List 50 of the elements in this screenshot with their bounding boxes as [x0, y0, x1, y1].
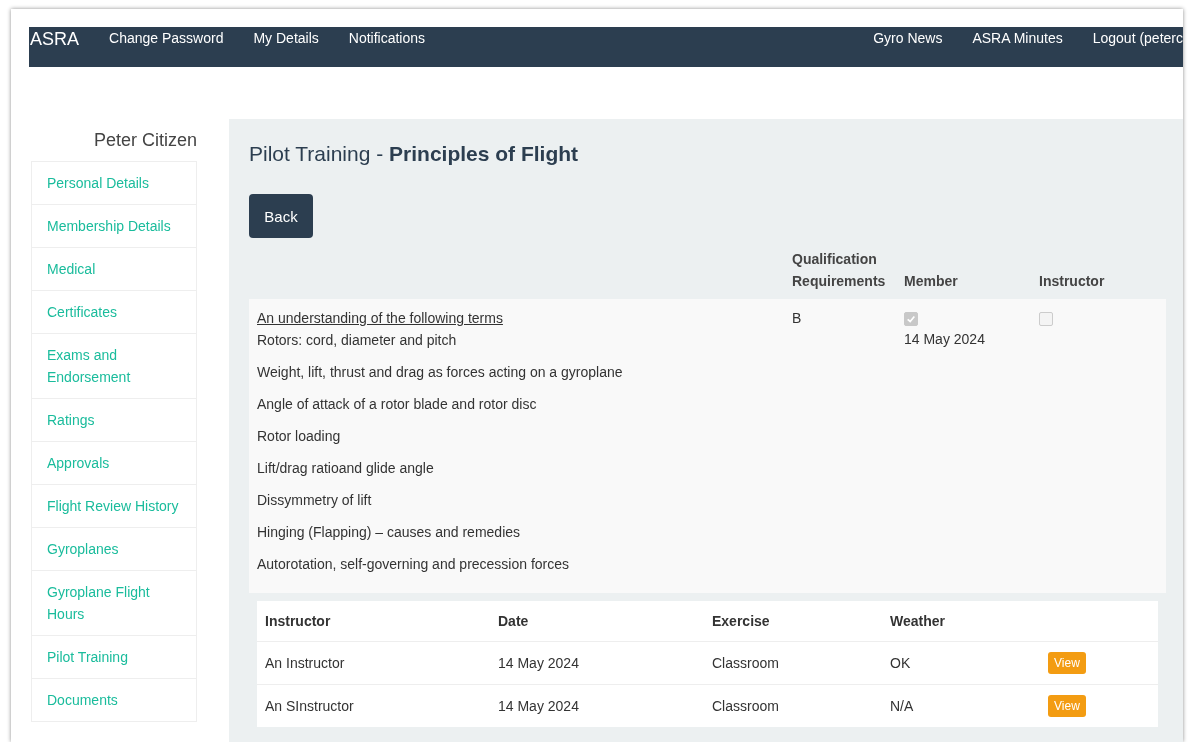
table-cell-text: Classroom	[711, 655, 780, 671]
sidebar-item[interactable]: Certificates	[32, 291, 196, 334]
sidebar-item[interactable]: Gyroplanes	[32, 528, 196, 571]
table-cell-text: An Instructor	[264, 655, 346, 671]
column-header: Instructor	[264, 613, 332, 629]
nav-link[interactable]: Change Password	[109, 27, 224, 48]
sidebar-item[interactable]: Membership Details	[32, 205, 196, 248]
nav-link[interactable]: Gyro News	[873, 27, 943, 48]
column-header: Weather	[889, 613, 946, 629]
back-button[interactable]: Back	[249, 194, 313, 238]
brand-link[interactable]: ASRA	[29, 27, 110, 50]
column-header: Instructor	[1038, 272, 1106, 291]
table-cell-text: N/A	[889, 698, 915, 714]
view-button[interactable]: View	[1048, 695, 1086, 717]
member-date: 14 May 2024	[904, 330, 986, 349]
table-cell-text: OK	[889, 655, 912, 671]
nav-link[interactable]: ASRA Minutes	[972, 27, 1063, 48]
sidebar-item[interactable]: Pilot Training	[32, 636, 196, 679]
table-cell-text: Classroom	[711, 698, 780, 714]
table-cell-text: An SInstructor	[264, 698, 355, 714]
sidebar-item[interactable]: Documents	[32, 679, 196, 722]
user-name: Peter Citizen	[92, 129, 197, 152]
sidebar-item[interactable]: Personal Details	[32, 162, 196, 205]
view-button[interactable]: View	[1048, 652, 1086, 674]
column-header: Member	[903, 272, 959, 291]
column-header: Exercise	[711, 613, 771, 629]
sidebar-item[interactable]: Approvals	[32, 442, 196, 485]
topic-item: Lift/drag ratioand glide angle	[257, 459, 435, 478]
nav-link[interactable]: Logout (peterc	[1092, 27, 1183, 48]
topic-heading: An understanding of the following terms	[257, 309, 504, 328]
nav-link[interactable]: My Details	[253, 27, 319, 48]
topic-item: Weight, lift, thrust and drag as forces acting on a gyroplane	[257, 363, 624, 382]
column-header: Date	[497, 613, 530, 629]
topic-item: Angle of attack of a rotor blade and rotor disc	[257, 395, 538, 414]
topic-item: Hinging (Flapping) – causes and remedies	[257, 523, 522, 542]
sidebar-item[interactable]: Flight Review History	[32, 485, 196, 528]
sidebar-item[interactable]: Medical	[32, 248, 196, 291]
table-cell-text: 14 May 2024	[497, 655, 580, 671]
topic-item: Rotors: cord, diameter and pitch	[257, 331, 458, 350]
topic-item: Dissymmetry of lift	[257, 491, 373, 510]
page-title: Pilot Training - Principles of Flight	[249, 141, 580, 167]
topic-item: Autorotation, self-governing and precession forces	[257, 555, 571, 574]
column-header: Qualification Requirements	[791, 250, 887, 291]
table-cell-text: 14 May 2024	[497, 698, 580, 714]
sidebar-item[interactable]: Exams and Endorsement	[32, 334, 196, 399]
nav-link[interactable]: Notifications	[348, 27, 426, 48]
sidebar-item[interactable]: Ratings	[32, 399, 196, 442]
sidebar-item[interactable]: Gyroplane Flight Hours	[32, 571, 196, 636]
topic-item: Rotor loading	[257, 427, 342, 446]
qualification-level: B	[792, 310, 802, 326]
